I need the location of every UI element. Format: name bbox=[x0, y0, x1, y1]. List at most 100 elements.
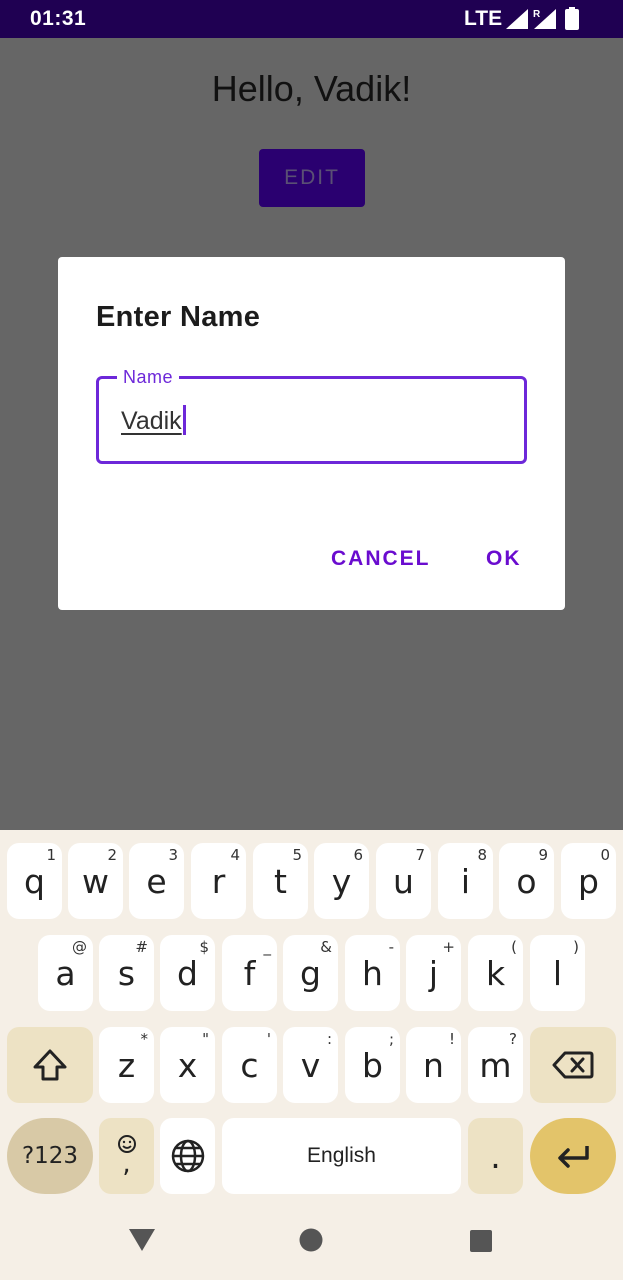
key-hint: 6 bbox=[353, 846, 363, 864]
key-hint: 4 bbox=[230, 846, 240, 864]
recents-icon[interactable] bbox=[469, 1229, 493, 1253]
soft-keyboard: q1 w2 e3 r4 t5 y6 u7 i8 o9 p0 a @ s # d $ f… bbox=[0, 830, 623, 1280]
key-hint: # bbox=[135, 938, 148, 956]
name-field-label: Name bbox=[117, 367, 180, 388]
key-label: u bbox=[393, 861, 414, 901]
key-hint: _ bbox=[263, 938, 272, 956]
cancel-button[interactable]: CANCEL bbox=[331, 547, 431, 571]
key-label: s bbox=[117, 953, 136, 993]
key-label: l bbox=[552, 953, 563, 993]
name-input[interactable]: Name Vadik bbox=[96, 367, 527, 464]
key-label: j bbox=[428, 953, 439, 993]
key-t[interactable]: t5 bbox=[253, 843, 308, 919]
key-hint: ) bbox=[573, 938, 579, 956]
key-f[interactable]: f _ bbox=[222, 935, 277, 1011]
comma-label: , bbox=[122, 1149, 131, 1179]
key-b[interactable]: b; bbox=[345, 1027, 400, 1103]
key-hint: ! bbox=[448, 1030, 455, 1048]
key-c[interactable]: c ' bbox=[222, 1027, 277, 1103]
key-v[interactable]: v: bbox=[283, 1027, 338, 1103]
key-u[interactable]: u7 bbox=[376, 843, 431, 919]
key-label: e bbox=[146, 861, 167, 901]
key-x[interactable]: x " bbox=[160, 1027, 215, 1103]
key-hint: ' bbox=[266, 1030, 271, 1048]
key-hint: @ bbox=[72, 938, 87, 956]
key-label: k bbox=[485, 953, 506, 993]
key-label: v bbox=[300, 1045, 321, 1085]
shift-icon bbox=[33, 1049, 67, 1081]
key-e[interactable]: e3 bbox=[129, 843, 184, 919]
enter-name-dialog: Enter Name Name Vadik CANCEL OK bbox=[58, 257, 565, 610]
status-bar: 01:31 LTE R bbox=[0, 0, 623, 38]
name-value-text: Vadik bbox=[121, 407, 182, 435]
key-p[interactable]: p0 bbox=[561, 843, 616, 919]
key-l[interactable]: l) bbox=[530, 935, 585, 1011]
space-key[interactable]: English bbox=[222, 1118, 461, 1194]
key-z[interactable]: z * bbox=[99, 1027, 154, 1103]
key-label: o bbox=[516, 861, 537, 901]
key-label: m bbox=[479, 1045, 512, 1085]
key-n[interactable]: n! bbox=[406, 1027, 461, 1103]
enter-icon bbox=[558, 1146, 589, 1168]
key-label: a bbox=[55, 953, 76, 993]
key-hint: $ bbox=[199, 938, 209, 956]
key-hint: 5 bbox=[292, 846, 302, 864]
key-o[interactable]: o9 bbox=[499, 843, 554, 919]
key-h[interactable]: h- bbox=[345, 935, 400, 1011]
key-label: h bbox=[362, 953, 383, 993]
shift-key[interactable] bbox=[7, 1027, 93, 1103]
key-hint: 0 bbox=[600, 846, 610, 864]
period-key[interactable]: . bbox=[468, 1118, 523, 1194]
key-hint: 8 bbox=[477, 846, 487, 864]
key-m[interactable]: m? bbox=[468, 1027, 523, 1103]
key-label: x bbox=[177, 1045, 198, 1085]
key-w[interactable]: w2 bbox=[68, 843, 123, 919]
key-label: w bbox=[82, 861, 109, 901]
key-hint: * bbox=[140, 1030, 149, 1048]
key-y[interactable]: y6 bbox=[314, 843, 369, 919]
key-hint: 1 bbox=[46, 846, 56, 864]
key-label: i bbox=[460, 861, 471, 901]
key-d[interactable]: d $ bbox=[160, 935, 215, 1011]
key-hint: ( bbox=[511, 938, 517, 956]
emoji-comma-key[interactable]: , bbox=[99, 1118, 154, 1194]
key-g[interactable]: g & bbox=[283, 935, 338, 1011]
key-label: q bbox=[24, 861, 45, 901]
home-icon[interactable] bbox=[299, 1228, 323, 1252]
key-hint: + bbox=[442, 938, 455, 956]
key-label: y bbox=[331, 861, 352, 901]
battery-icon bbox=[565, 7, 579, 30]
globe-icon bbox=[171, 1139, 204, 1173]
symbols-key[interactable]: ?123 bbox=[7, 1118, 93, 1194]
key-s[interactable]: s # bbox=[99, 935, 154, 1011]
key-i[interactable]: i8 bbox=[438, 843, 493, 919]
backspace-key[interactable] bbox=[530, 1027, 616, 1103]
status-time: 01:31 bbox=[30, 7, 87, 30]
key-hint: 9 bbox=[538, 846, 548, 864]
key-q[interactable]: q1 bbox=[7, 843, 62, 919]
key-j[interactable]: j + bbox=[406, 935, 461, 1011]
text-caret bbox=[182, 405, 186, 435]
network-type: LTE bbox=[464, 7, 503, 30]
key-hint: 2 bbox=[107, 846, 117, 864]
svg-text:R: R bbox=[533, 9, 541, 20]
name-field-value[interactable]: Vadik bbox=[121, 405, 186, 436]
ok-button[interactable]: OK bbox=[486, 547, 522, 571]
key-r[interactable]: r4 bbox=[191, 843, 246, 919]
key-label: g bbox=[300, 953, 321, 993]
language-key[interactable] bbox=[160, 1118, 215, 1194]
key-label: n bbox=[423, 1045, 444, 1085]
key-label: r bbox=[211, 861, 226, 901]
back-icon[interactable] bbox=[128, 1228, 156, 1252]
enter-key[interactable] bbox=[530, 1118, 616, 1194]
key-k[interactable]: k( bbox=[468, 935, 523, 1011]
key-a[interactable]: a @ bbox=[38, 935, 93, 1011]
roaming-signal-icon: R bbox=[533, 9, 556, 29]
edit-button[interactable]: EDIT bbox=[259, 149, 365, 207]
key-hint: 3 bbox=[168, 846, 178, 864]
key-label: p bbox=[578, 861, 599, 901]
dialog-title: Enter Name bbox=[96, 301, 261, 333]
key-hint: 7 bbox=[415, 846, 425, 864]
key-hint: & bbox=[320, 938, 332, 956]
backspace-icon bbox=[552, 1051, 594, 1079]
